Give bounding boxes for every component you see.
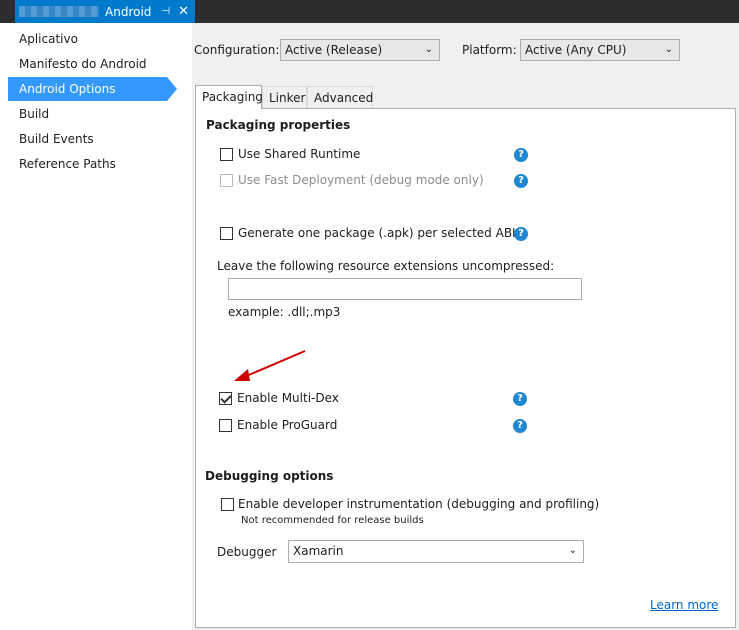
learn-more-link[interactable]: Learn more [650,598,718,612]
configuration-label: Configuration: [194,43,280,57]
blurred-project-name [19,6,99,17]
platform-value: Active (Any CPU) [525,43,627,57]
tab-linker[interactable]: Linker [262,86,307,108]
help-icon[interactable]: ? [513,392,527,406]
use-shared-runtime-label: Use Shared Runtime [238,147,361,161]
sidebar-item-build[interactable]: Build [8,102,167,126]
help-icon[interactable]: ? [514,227,528,241]
document-tab[interactable]: Android ⊣ ✕ [15,0,196,23]
uncompressed-extensions-label: Leave the following resource extensions … [217,259,555,273]
uncompressed-extensions-input[interactable] [228,278,582,300]
help-icon[interactable]: ? [513,419,527,433]
sidebar-item-build-events[interactable]: Build Events [8,127,167,151]
one-package-per-abi-checkbox[interactable] [220,227,233,240]
configuration-select[interactable]: Active (Release) ⌄ [280,39,440,61]
platform-label: Platform: [462,43,517,57]
enable-proguard-checkbox[interactable] [219,419,232,432]
packaging-properties-heading: Packaging properties [206,118,351,132]
sidebar-item-android-options[interactable]: Android Options [8,77,177,101]
use-fast-deployment-label: Use Fast Deployment (debug mode only) [238,173,484,187]
title-bar: Android ⊣ ✕ [0,0,739,23]
help-icon[interactable]: ? [514,148,528,162]
sidebar-item-manifesto[interactable]: Manifesto do Android [8,52,167,76]
enable-multidex-label: Enable Multi-Dex [237,391,339,405]
sidebar-item-reference-paths[interactable]: Reference Paths [8,152,167,176]
enable-multidex-checkbox[interactable] [219,392,232,405]
debugger-value: Xamarin [293,544,344,558]
one-package-per-abi-label: Generate one package (.apk) per selected… [238,226,516,240]
chevron-down-icon: ⌄ [424,44,433,55]
instrumentation-note: Not recommended for release builds [241,515,424,526]
debugger-label: Debugger [217,545,277,559]
chevron-down-icon: ⌄ [568,545,577,556]
document-tab-title: Android [105,4,152,19]
annotation-arrow-icon [234,350,306,381]
close-icon[interactable]: ✕ [178,4,189,19]
chevron-down-icon: ⌄ [664,44,673,55]
pin-icon[interactable]: ⊣ [161,6,170,17]
platform-select[interactable]: Active (Any CPU) ⌄ [520,39,680,61]
debugger-select[interactable]: Xamarin ⌄ [288,540,584,563]
sidebar: Aplicativo Manifesto do Android Android … [0,23,192,630]
uncompressed-example: example: .dll;.mp3 [228,305,341,319]
tab-packaging[interactable]: Packaging [195,85,263,109]
developer-instrumentation-label: Enable developer instrumentation (debugg… [238,497,600,511]
configuration-value: Active (Release) [285,43,383,57]
developer-instrumentation-checkbox[interactable] [221,498,234,511]
enable-proguard-label: Enable ProGuard [237,418,338,432]
sidebar-item-label: Android Options [19,82,116,96]
tab-advanced[interactable]: Advanced [307,86,373,108]
use-shared-runtime-checkbox[interactable] [220,148,233,161]
help-icon[interactable]: ? [514,174,528,188]
selection-arrow [167,77,177,101]
debugging-options-heading: Debugging options [205,469,334,483]
sidebar-item-aplicativo[interactable]: Aplicativo [8,27,167,51]
use-fast-deployment-checkbox[interactable] [220,174,233,187]
